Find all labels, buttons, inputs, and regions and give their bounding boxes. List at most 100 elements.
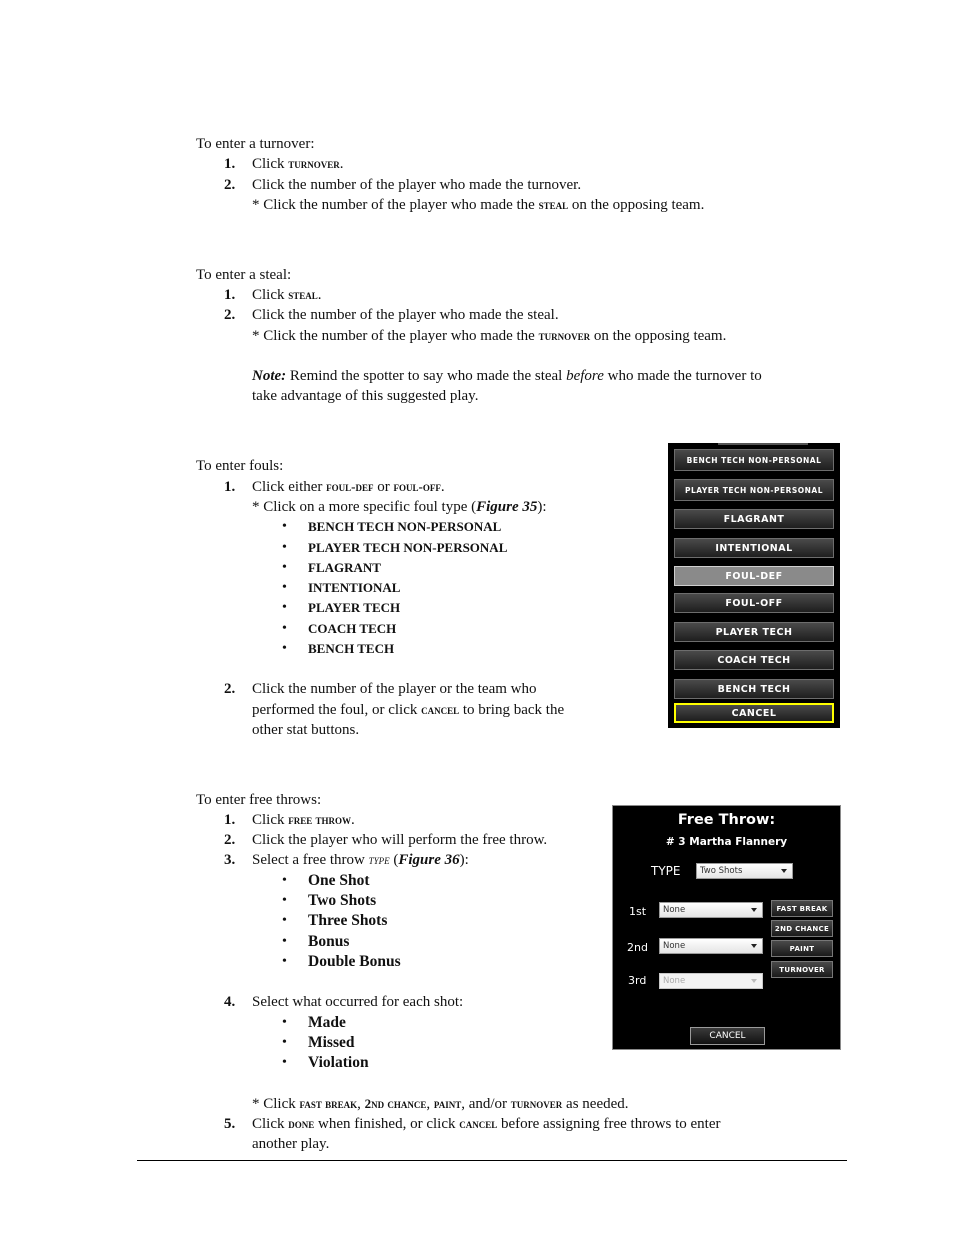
step-number: 4. bbox=[224, 994, 236, 1010]
bench-tech-non-personal-button[interactable]: BENCH TECH NON-PERSONAL bbox=[674, 449, 834, 471]
fouls-step-2-line-3: other stat buttons. bbox=[252, 722, 360, 738]
bullet-icon: • bbox=[282, 913, 287, 928]
free-throws-intro: To enter free throws: bbox=[196, 792, 322, 808]
player-name: # 3 Martha Flannery bbox=[665, 836, 788, 848]
step-number: 2. bbox=[224, 832, 236, 848]
panel-title: Free Throw: bbox=[677, 812, 776, 828]
free-throws-step-5-line-2: another play. bbox=[252, 1136, 330, 1152]
bullet-icon: • bbox=[282, 600, 287, 615]
shot-1-select[interactable]: None bbox=[659, 902, 763, 918]
chevron-down-icon bbox=[751, 944, 757, 948]
bullet-icon: • bbox=[282, 934, 287, 949]
free-throw-type-item: Double Bonus bbox=[308, 953, 401, 970]
turnover-button[interactable]: TURNOVER bbox=[771, 961, 833, 978]
fast-break-button[interactable]: FAST BREAK bbox=[771, 900, 833, 917]
shot-2-value: None bbox=[663, 941, 686, 951]
turnover-step-2: Click the number of the player who made … bbox=[252, 177, 582, 193]
steal-intro: To enter a steal: bbox=[196, 267, 292, 283]
bullet-icon: • bbox=[282, 1055, 287, 1070]
bullet-icon: • bbox=[282, 1015, 287, 1030]
bullet-icon: • bbox=[282, 540, 287, 555]
bullet-icon: • bbox=[282, 1035, 287, 1050]
chevron-down-icon bbox=[781, 869, 787, 873]
step-number: 2. bbox=[224, 307, 236, 323]
bullet-icon: • bbox=[282, 954, 287, 969]
bullet-icon: • bbox=[282, 873, 287, 888]
steal-note: * Click the number of the player who mad… bbox=[252, 328, 727, 344]
foul-off-button[interactable]: FOUL-OFF bbox=[674, 593, 834, 613]
free-throw-type-item: Two Shots bbox=[308, 892, 377, 909]
free-throw-type-item: Bonus bbox=[308, 933, 350, 950]
foul-def-button[interactable]: FOUL-DEF bbox=[674, 566, 834, 586]
type-select-value: Two Shots bbox=[700, 866, 743, 876]
bullet-icon: • bbox=[282, 519, 287, 534]
step-number: 1. bbox=[224, 156, 236, 172]
bullet-icon: • bbox=[282, 641, 287, 656]
fouls-subnote: * Click on a more specific foul type (Fi… bbox=[252, 499, 547, 515]
steal-reminder: Note: Remind the spotter to say who made… bbox=[252, 368, 762, 384]
shot-3-label: 3rd bbox=[628, 974, 647, 987]
steal-step-1: Click STEAL. bbox=[252, 287, 322, 303]
2nd-chance-button[interactable]: 2ND CHANCE bbox=[771, 920, 833, 937]
free-throws-extra-note: * Click FAST BREAK, 2ND CHANCE, PAINT, a… bbox=[252, 1096, 629, 1112]
chevron-down-icon bbox=[751, 908, 757, 912]
step-number: 1. bbox=[224, 287, 236, 303]
flagrant-button[interactable]: FLAGRANT bbox=[674, 509, 834, 529]
foul-type-item: INTENTIONAL bbox=[308, 580, 401, 595]
bullet-icon: • bbox=[282, 560, 287, 575]
fouls-step-2-line-2: performed the foul, or click CANCEL to b… bbox=[252, 702, 565, 718]
foul-type-panel: BENCH TECH NON-PERSONAL PLAYER TECH NON-… bbox=[668, 443, 840, 728]
free-throw-type-item: One Shot bbox=[308, 872, 370, 889]
free-throw-type-item: Three Shots bbox=[308, 912, 388, 929]
turnover-note: * Click the number of the player who mad… bbox=[252, 197, 705, 213]
turnover-intro: To enter a turnover: bbox=[196, 136, 315, 152]
fouls-intro: To enter fouls: bbox=[196, 458, 284, 474]
bullet-icon: • bbox=[282, 621, 287, 636]
free-throws-step-4: Select what occurred for each shot: bbox=[252, 994, 464, 1010]
step-number: 5. bbox=[224, 1116, 236, 1132]
steal-step-2: Click the number of the player who made … bbox=[252, 307, 559, 323]
turnover-step-1: Click TURNOVER. bbox=[252, 156, 344, 172]
panel-top-bar bbox=[718, 443, 808, 445]
shot-1-label: 1st bbox=[629, 905, 647, 918]
intentional-button[interactable]: INTENTIONAL bbox=[674, 538, 834, 558]
shot-outcome-item: Violation bbox=[308, 1054, 369, 1071]
fouls-step-1: Click either FOUL-DEF or FOUL-OFF. bbox=[252, 479, 445, 495]
cancel-button[interactable]: CANCEL bbox=[690, 1027, 765, 1045]
step-number: 2. bbox=[224, 177, 236, 193]
player-tech-button[interactable]: PLAYER TECH bbox=[674, 622, 834, 642]
footer-rule bbox=[137, 1160, 847, 1161]
player-tech-non-personal-button[interactable]: PLAYER TECH NON-PERSONAL bbox=[674, 479, 834, 501]
coach-tech-button[interactable]: COACH TECH bbox=[674, 650, 834, 670]
cancel-button[interactable]: CANCEL bbox=[674, 703, 834, 723]
foul-type-item: COACH TECH bbox=[308, 621, 397, 636]
shot-2-label: 2nd bbox=[627, 941, 648, 954]
foul-type-item: PLAYER TECH bbox=[308, 600, 401, 615]
steal-reminder-line-2: take advantage of this suggested play. bbox=[252, 388, 479, 404]
step-number: 3. bbox=[224, 852, 236, 868]
bench-tech-button[interactable]: BENCH TECH bbox=[674, 679, 834, 699]
shot-3-select[interactable]: None bbox=[659, 973, 763, 989]
foul-type-item: BENCH TECH bbox=[308, 641, 395, 656]
paint-button[interactable]: PAINT bbox=[771, 940, 833, 957]
shot-2-select[interactable]: None bbox=[659, 938, 763, 954]
type-select[interactable]: Two Shots bbox=[696, 863, 793, 879]
shot-outcome-item: Missed bbox=[308, 1034, 355, 1051]
step-number: 1. bbox=[224, 479, 236, 495]
chevron-down-icon bbox=[751, 979, 757, 983]
foul-type-item: FLAGRANT bbox=[308, 560, 381, 575]
free-throws-step-3: Select a free throw TYPE (Figure 36): bbox=[252, 852, 469, 868]
free-throws-step-5: Click DONE when finished, or click CANCE… bbox=[252, 1116, 721, 1132]
free-throw-panel: Free Throw: # 3 Martha Flannery TYPE Two… bbox=[612, 805, 841, 1050]
foul-type-item: PLAYER TECH NON-PERSONAL bbox=[308, 540, 508, 555]
free-throws-step-2: Click the player who will perform the fr… bbox=[252, 832, 548, 848]
foul-type-item: BENCH TECH NON-PERSONAL bbox=[308, 519, 502, 534]
bullet-icon: • bbox=[282, 893, 287, 908]
bullet-icon: • bbox=[282, 580, 287, 595]
shot-outcome-item: Made bbox=[308, 1014, 346, 1031]
type-label: TYPE bbox=[651, 864, 681, 878]
shot-3-value: None bbox=[663, 976, 686, 986]
free-throws-step-1: Click FREE THROW. bbox=[252, 812, 355, 828]
shot-1-value: None bbox=[663, 905, 686, 915]
step-number: 1. bbox=[224, 812, 236, 828]
